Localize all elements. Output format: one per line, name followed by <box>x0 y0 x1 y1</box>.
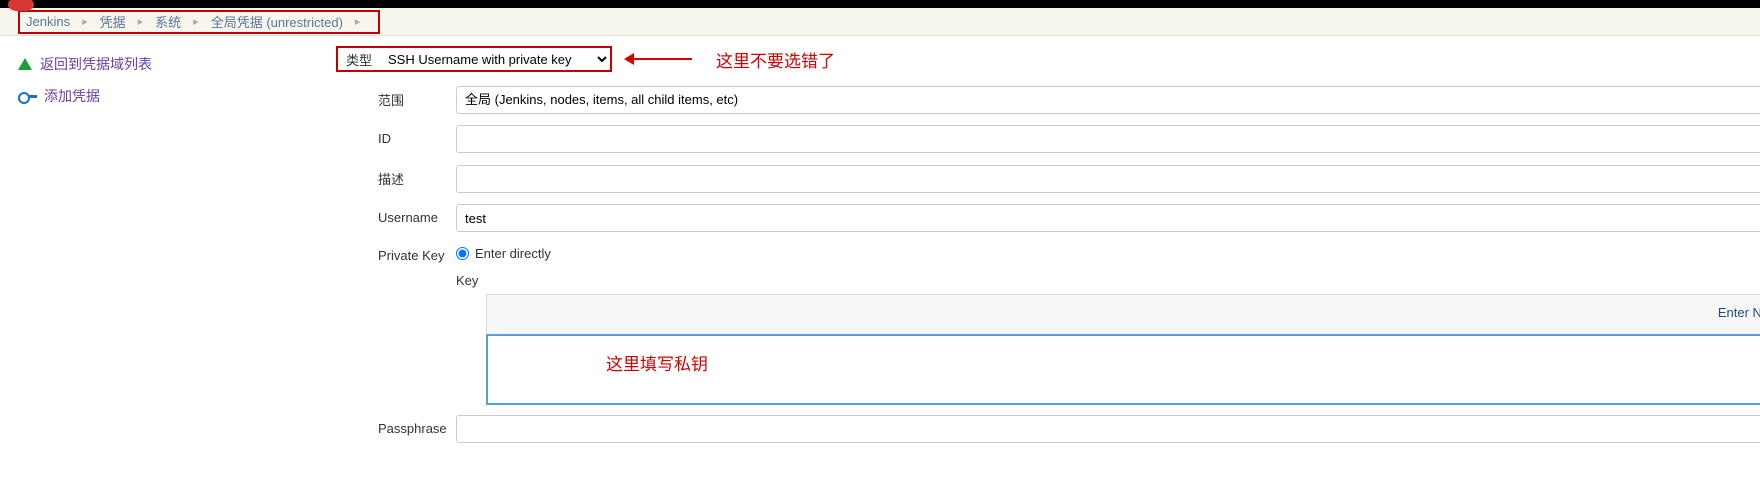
id-label: ID <box>378 121 454 157</box>
breadcrumb-jenkins[interactable]: Jenkins <box>22 14 74 29</box>
main-panel: 类型 SSH Username with private key 这里不要选错了… <box>330 36 1760 449</box>
key-sublabel: Key <box>456 269 1760 294</box>
chevron-right-icon: ▸ <box>347 15 369 28</box>
credential-type-select[interactable]: SSH Username with private key <box>380 49 610 70</box>
id-input[interactable] <box>456 125 1760 153</box>
type-label: 类型 <box>338 50 380 69</box>
back-to-domain-link[interactable]: 返回到凭据域列表 <box>40 54 152 74</box>
add-credentials-link[interactable]: 添加凭据 <box>44 86 100 106</box>
add-credentials-row: 添加凭据 <box>18 80 330 112</box>
passphrase-label: Passphrase <box>378 411 454 447</box>
side-panel: 返回到凭据域列表 添加凭据 <box>0 36 330 449</box>
type-annotation-text: 这里不要选错了 <box>716 47 835 72</box>
chevron-right-icon: ▸ <box>130 15 152 28</box>
arrow-left-icon <box>632 58 692 60</box>
breadcrumb-global[interactable]: 全局凭据 (unrestricted) <box>207 12 347 31</box>
key-annotation-text: 这里填写私钥 <box>606 350 708 375</box>
scope-select[interactable]: 全局 (Jenkins, nodes, items, all child ite… <box>456 86 1760 114</box>
username-input[interactable] <box>456 204 1760 232</box>
type-annotation: 这里不要选错了 <box>632 47 835 72</box>
enter-new-button[interactable]: Enter New <box>1718 305 1760 320</box>
description-label: 描述 <box>378 159 454 198</box>
description-input[interactable] <box>456 165 1760 193</box>
back-link-row: 返回到凭据域列表 <box>18 48 330 80</box>
top-bar <box>0 0 1760 8</box>
enter-directly-label: Enter directly <box>475 246 551 261</box>
scope-label: 范围 <box>378 80 454 119</box>
key-icon <box>18 91 36 101</box>
breadcrumb-bar: Jenkins ▸ 凭据 ▸ 系统 ▸ 全局凭据 (unrestricted) … <box>0 8 1760 36</box>
chevron-right-icon: ▸ <box>74 15 96 28</box>
passphrase-input[interactable] <box>456 415 1760 443</box>
jenkins-logo <box>8 0 34 11</box>
breadcrumb-credentials[interactable]: 凭据 <box>96 12 130 31</box>
chevron-right-icon: ▸ <box>185 15 207 28</box>
type-selector-box: 类型 SSH Username with private key <box>336 46 612 72</box>
breadcrumb-system[interactable]: 系统 <box>151 12 185 31</box>
up-arrow-icon <box>18 58 32 70</box>
enter-directly-radio[interactable] <box>456 247 469 260</box>
breadcrumb-highlight-box: Jenkins ▸ 凭据 ▸ 系统 ▸ 全局凭据 (unrestricted) … <box>18 10 380 34</box>
username-label: Username <box>378 200 454 236</box>
key-header-row: Enter New <box>486 294 1760 334</box>
privatekey-label: Private Key <box>378 238 454 409</box>
